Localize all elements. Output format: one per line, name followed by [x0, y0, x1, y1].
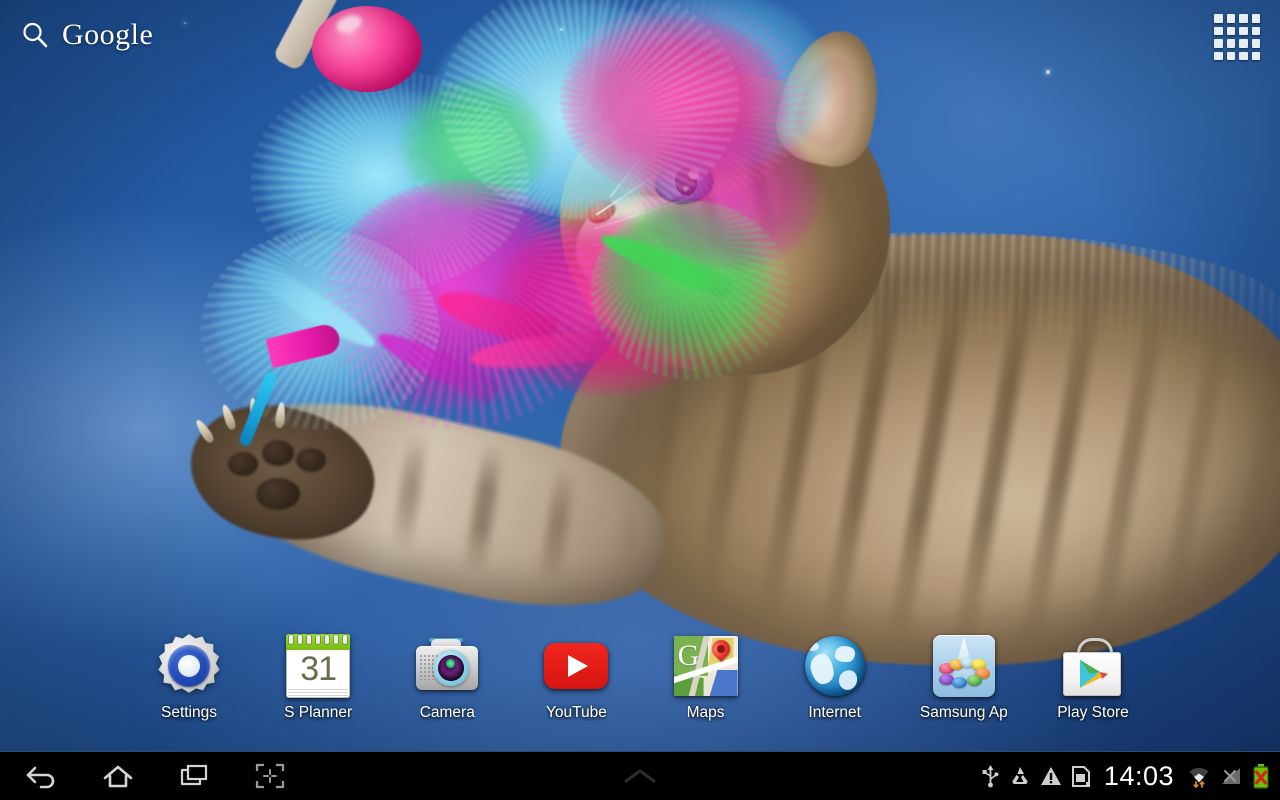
usb-icon	[981, 764, 1000, 788]
recent-apps-icon[interactable]	[170, 754, 218, 798]
grid-cell	[1239, 26, 1248, 35]
play-triangle	[1079, 660, 1108, 688]
globe-landmass	[834, 646, 855, 662]
camera-icon	[415, 634, 479, 698]
app-icon-s-planner[interactable]: 31 S Planner	[259, 634, 377, 722]
grid-cell	[1226, 51, 1235, 60]
grid-cell	[1214, 51, 1223, 60]
grid-cell	[1214, 14, 1223, 23]
signal-off-icon	[1220, 765, 1243, 788]
calendar-pages	[288, 689, 349, 696]
app-dock: Settings 31 S Planner Camera YouTube G M…	[130, 634, 1152, 738]
apps-grid-icon[interactable]	[1214, 14, 1260, 60]
warning-triangle-icon	[1040, 765, 1062, 787]
settings-gear-icon	[157, 634, 221, 698]
app-icon-youtube[interactable]: YouTube	[517, 634, 635, 722]
chevron-up-icon	[624, 769, 656, 783]
grid-cell	[1214, 39, 1223, 48]
search-icon	[20, 20, 50, 50]
system-navigation-bar: 14:03	[0, 751, 1280, 800]
wifi-icon	[1187, 764, 1211, 788]
play-triangle	[568, 655, 589, 677]
recycle-icon	[1009, 765, 1031, 787]
gear-ring-inner	[178, 655, 200, 677]
globe-landmass	[836, 667, 860, 693]
home-icon[interactable]	[94, 754, 142, 798]
app-label: Settings	[160, 704, 217, 721]
app-label: S Planner	[284, 704, 353, 721]
google-search-widget[interactable]: Google	[14, 12, 159, 58]
app-icon-maps[interactable]: G Maps	[647, 634, 765, 722]
grid-cell	[1226, 14, 1235, 23]
navigation-buttons	[0, 754, 294, 798]
maps-icon: G	[673, 634, 738, 698]
app-icon-samsung-apps[interactable]: Samsung Ap	[905, 634, 1023, 722]
toy-ball	[312, 6, 422, 92]
app-icon-play-store[interactable]: Play Store	[1034, 634, 1152, 722]
google-search-label: Google	[62, 18, 154, 51]
calendar-icon: 31	[286, 634, 351, 698]
screen-capture-icon[interactable]	[246, 754, 294, 798]
grid-cell	[1226, 26, 1235, 35]
notification-pull-handle[interactable]	[610, 761, 670, 791]
app-icon-internet[interactable]: Internet	[776, 634, 894, 722]
feather-fibers-pink	[560, 0, 810, 200]
grid-cell	[1239, 51, 1248, 60]
grid-cell	[1214, 26, 1223, 35]
sd-card-icon	[1071, 765, 1091, 788]
map-google-g: G	[677, 639, 700, 672]
app-icon-settings[interactable]: Settings	[130, 634, 248, 722]
grid-cell	[1239, 39, 1248, 48]
app-label: Play Store	[1057, 704, 1129, 721]
grid-cell	[1251, 51, 1260, 60]
grid-cell	[1239, 14, 1248, 23]
home-screen: Google Settings 31 S Planner Camera YouT…	[0, 0, 1280, 800]
status-bar-icons[interactable]: 14:03	[981, 752, 1270, 800]
grid-cell	[1251, 26, 1260, 35]
grid-cell	[1251, 14, 1260, 23]
app-icon-camera[interactable]: Camera	[388, 634, 506, 722]
status-bar-clock: 14:03	[1103, 760, 1174, 791]
globe-landmass	[807, 652, 836, 686]
calendar-rings	[289, 635, 348, 644]
globe-icon	[803, 634, 867, 698]
app-label: Internet	[808, 704, 861, 721]
samsung-dot	[951, 677, 967, 688]
globe-landmass	[806, 642, 819, 651]
app-label: Camera	[419, 704, 475, 721]
play-store-icon	[1061, 634, 1125, 698]
back-arrow-icon[interactable]	[18, 754, 66, 798]
app-label: Maps	[686, 704, 725, 721]
samsung-dot	[966, 675, 982, 686]
grid-cell	[1251, 39, 1260, 48]
samsung-apps-icon	[932, 634, 996, 698]
youtube-icon	[544, 634, 609, 698]
calendar-day-number: 31	[300, 649, 337, 688]
grid-cell	[1226, 39, 1235, 48]
battery-error-icon	[1252, 763, 1270, 789]
app-label: Samsung Ap	[919, 704, 1008, 721]
app-label: YouTube	[545, 704, 607, 721]
